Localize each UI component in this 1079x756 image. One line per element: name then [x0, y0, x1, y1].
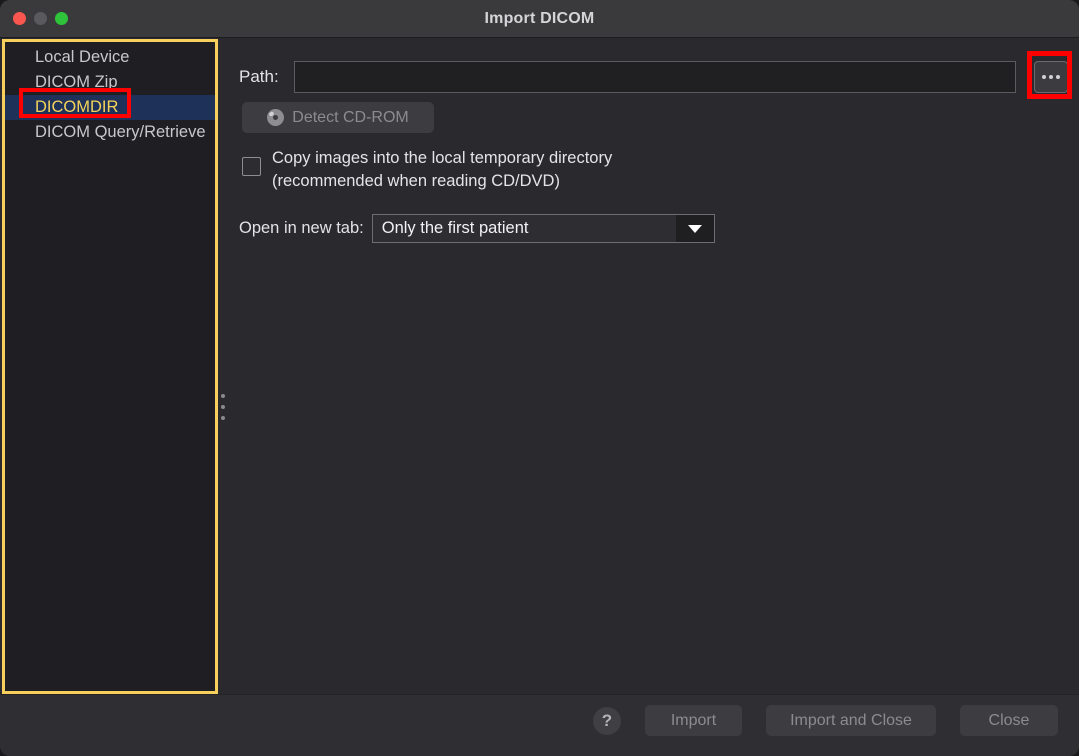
import-button[interactable]: Import [645, 705, 742, 736]
close-button[interactable]: Close [960, 705, 1058, 736]
chevron-down-icon[interactable] [676, 215, 714, 242]
title-bar: Import DICOM [0, 0, 1079, 38]
panel-splitter[interactable] [218, 39, 228, 694]
copy-images-checkbox[interactable] [242, 157, 261, 176]
copy-images-row: Copy images into the local temporary dir… [242, 147, 862, 193]
sidebar-item-label: Local Device [35, 48, 129, 66]
path-label: Path: [239, 67, 279, 87]
main-panel: Path: Detect CD-ROM Copy images into the… [228, 39, 1079, 694]
sidebar-item-dicom-zip[interactable]: DICOM Zip [5, 70, 215, 95]
sidebar-item-local-device[interactable]: Local Device [5, 45, 215, 70]
path-row: Path: [239, 61, 1069, 95]
open-in-new-tab-select[interactable]: Only the first patient [372, 214, 715, 243]
cd-rom-icon [267, 109, 284, 126]
import-and-close-button[interactable]: Import and Close [766, 705, 936, 736]
footer-bar: ? Import Import and Close Close [0, 694, 1079, 756]
source-list: Local Device DICOM Zip DICOMDIR DICOM Qu… [5, 45, 215, 145]
open-in-new-tab-value: Only the first patient [373, 219, 529, 238]
detect-cdrom-label: Detect CD-ROM [292, 109, 408, 127]
splitter-grip-icon[interactable] [221, 394, 225, 420]
help-button[interactable]: ? [593, 707, 621, 735]
path-browse-button[interactable] [1034, 61, 1068, 93]
sidebar-item-label: DICOM Query/Retrieve [35, 123, 206, 141]
source-sidebar: Local Device DICOM Zip DICOMDIR DICOM Qu… [2, 39, 218, 694]
open-in-new-tab-label: Open in new tab: [239, 219, 364, 238]
sidebar-item-dicomdir[interactable]: DICOMDIR [5, 95, 215, 120]
path-input[interactable] [294, 61, 1016, 93]
open-in-new-tab-row: Open in new tab: Only the first patient [239, 214, 715, 243]
sidebar-item-dicom-query-retrieve[interactable]: DICOM Query/Retrieve [5, 120, 215, 145]
import-dicom-window: Import DICOM Local Device DICOM Zip DICO… [0, 0, 1079, 756]
window-title: Import DICOM [0, 0, 1079, 38]
copy-images-label: Copy images into the local temporary dir… [272, 147, 612, 193]
sidebar-item-label: DICOM Zip [35, 73, 118, 91]
detect-cdrom-button[interactable]: Detect CD-ROM [242, 102, 434, 133]
sidebar-item-label: DICOMDIR [35, 98, 118, 116]
